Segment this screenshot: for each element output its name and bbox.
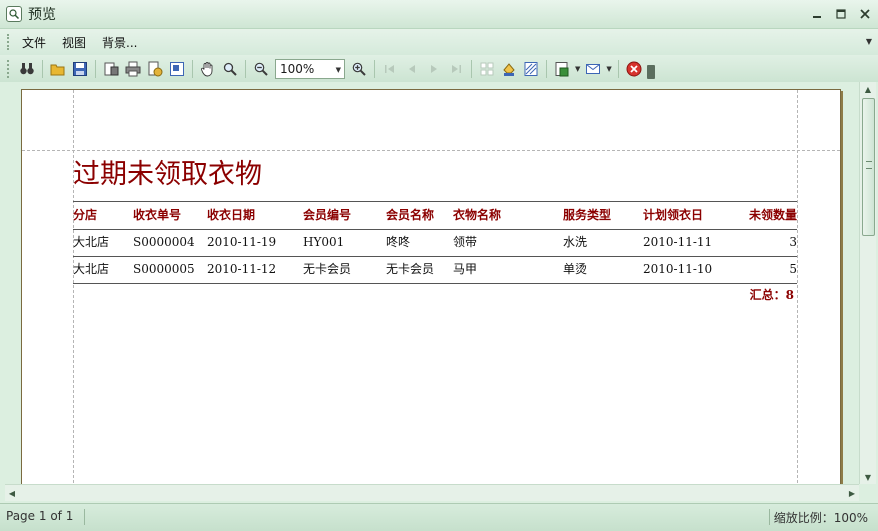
magnifier-icon[interactable]	[219, 58, 241, 80]
zoom-value: 100%	[280, 61, 315, 76]
col-header-clothing-name: 衣物名称	[453, 208, 502, 222]
status-divider	[84, 509, 85, 525]
col-header-receive-date: 收衣日期	[207, 208, 256, 222]
toolbar: 100% ▼ ▼ ▼	[0, 55, 878, 82]
email-icon[interactable]	[582, 58, 604, 80]
last-page-icon[interactable]	[445, 58, 467, 80]
table-rule-bottom	[73, 283, 797, 284]
scroll-right-icon[interactable]: ▶	[845, 485, 859, 501]
menu-grip	[7, 34, 10, 50]
minimize-button[interactable]	[808, 6, 826, 22]
cell-order-no: S0000004	[133, 235, 195, 249]
export-dropdown-icon[interactable]: ▼	[575, 65, 580, 73]
cell-planned-date: 2010-11-11	[643, 235, 713, 249]
multipage-icon[interactable]	[476, 58, 498, 80]
toolbar-separator	[192, 59, 193, 78]
col-header-unclaimed-qty: 未领数量	[748, 208, 797, 222]
cell-branch: 大北店	[73, 262, 110, 276]
cell-planned-date: 2010-11-10	[643, 262, 713, 276]
toolbar-separator	[471, 59, 472, 78]
toolbar-grip	[7, 59, 10, 78]
prev-page-icon[interactable]	[401, 58, 423, 80]
cell-clothing-name: 马甲	[453, 262, 478, 276]
horizontal-scrollbar[interactable]: ◀ ▶	[5, 484, 859, 501]
cell-member-id: 无卡会员	[303, 262, 352, 276]
status-bar: Page 1 of 1 缩放比例：100%	[0, 503, 878, 531]
cell-clothing-name: 领带	[453, 235, 478, 249]
table-header: 分店 收衣单号 收衣日期 会员编号 会员名称 衣物名称 服务类型 计划领衣日 未…	[73, 202, 797, 228]
toolbar-separator	[95, 59, 96, 78]
open-icon[interactable]	[47, 58, 69, 80]
toolbar-overflow-icon[interactable]	[646, 64, 655, 79]
scale-icon[interactable]	[166, 58, 188, 80]
title-bar: 预览	[0, 0, 878, 29]
watermark-icon[interactable]	[520, 58, 542, 80]
cell-service-type: 水洗	[563, 235, 588, 249]
save-icon[interactable]	[69, 58, 91, 80]
zoom-indicator: 缩放比例：100%	[773, 511, 868, 525]
cell-member-id: HY001	[303, 235, 345, 249]
chevron-down-icon[interactable]: ▼	[336, 66, 341, 74]
menu-view[interactable]: 视图	[60, 32, 88, 53]
first-page-icon[interactable]	[379, 58, 401, 80]
menu-bar: 文件 视图 背景... ▼	[0, 29, 878, 55]
col-header-service-type: 服务类型	[563, 208, 612, 222]
page-setup-icon[interactable]	[100, 58, 122, 80]
scroll-down-icon[interactable]: ▼	[860, 470, 876, 484]
preview-area: 过期未领取衣物 分店 收衣单号 收衣日期 会员编号 会员名称 衣物名称 服务类型…	[5, 82, 859, 484]
cell-order-no: S0000005	[133, 262, 195, 276]
close-preview-icon[interactable]	[623, 58, 645, 80]
export-icon[interactable]	[551, 58, 573, 80]
vertical-scrollbar[interactable]: ▲ ▼	[859, 82, 876, 484]
cell-receive-date: 2010-11-19	[207, 235, 277, 249]
toolbar-separator	[245, 59, 246, 78]
toolbar-separator	[617, 59, 619, 78]
col-header-planned-date: 计划领衣日	[643, 208, 704, 222]
scroll-left-icon[interactable]: ◀	[5, 485, 19, 501]
cell-member-name: 无卡会员	[386, 262, 435, 276]
margin-guide-top	[22, 150, 840, 151]
chevron-down-icon[interactable]: ▼	[866, 37, 872, 46]
report-page: 过期未领取衣物 分店 收衣单号 收衣日期 会员编号 会员名称 衣物名称 服务类型…	[21, 89, 841, 484]
close-button[interactable]	[856, 6, 874, 22]
cell-member-name: 咚咚	[386, 235, 411, 249]
cell-unclaimed-qty: 3	[789, 235, 797, 249]
vertical-scroll-thumb[interactable]	[862, 98, 875, 236]
quick-print-icon[interactable]	[144, 58, 166, 80]
toolbar-separator	[42, 59, 43, 78]
zoom-out-icon[interactable]	[250, 58, 272, 80]
col-header-member-id: 会员编号	[303, 208, 352, 222]
table-row: 大北店 S0000004 2010-11-19 HY001 咚咚 领带 水洗 2…	[73, 229, 797, 255]
status-divider	[769, 509, 770, 525]
report-title: 过期未领取衣物	[73, 159, 262, 190]
color-icon[interactable]	[498, 58, 520, 80]
cell-service-type: 单烫	[563, 262, 588, 276]
find-icon[interactable]	[16, 58, 38, 80]
print-icon[interactable]	[122, 58, 144, 80]
cell-receive-date: 2010-11-12	[207, 262, 277, 276]
toolbar-separator	[374, 59, 375, 78]
page-indicator: Page 1 of 1	[6, 509, 74, 523]
col-header-branch: 分店	[73, 208, 98, 222]
col-header-order-no: 收衣单号	[133, 208, 182, 222]
hand-icon[interactable]	[197, 58, 219, 80]
zoom-in-icon[interactable]	[348, 58, 370, 80]
maximize-button[interactable]	[832, 6, 850, 22]
menu-file[interactable]: 文件	[20, 32, 48, 53]
next-page-icon[interactable]	[423, 58, 445, 80]
total-label: 汇总：8	[749, 288, 794, 302]
window-title: 预览	[28, 7, 56, 23]
toolbar-separator	[546, 59, 547, 78]
cell-branch: 大北店	[73, 235, 110, 249]
menu-background[interactable]: 背景...	[100, 32, 139, 53]
cell-unclaimed-qty: 5	[789, 262, 797, 276]
preview-doc-icon	[6, 6, 22, 22]
scroll-up-icon[interactable]: ▲	[860, 82, 876, 96]
zoom-combo[interactable]: 100% ▼	[275, 58, 345, 79]
table-row: 大北店 S0000005 2010-11-12 无卡会员 无卡会员 马甲 单烫 …	[73, 256, 797, 282]
col-header-member-name: 会员名称	[386, 208, 435, 222]
email-dropdown-icon[interactable]: ▼	[606, 65, 611, 73]
